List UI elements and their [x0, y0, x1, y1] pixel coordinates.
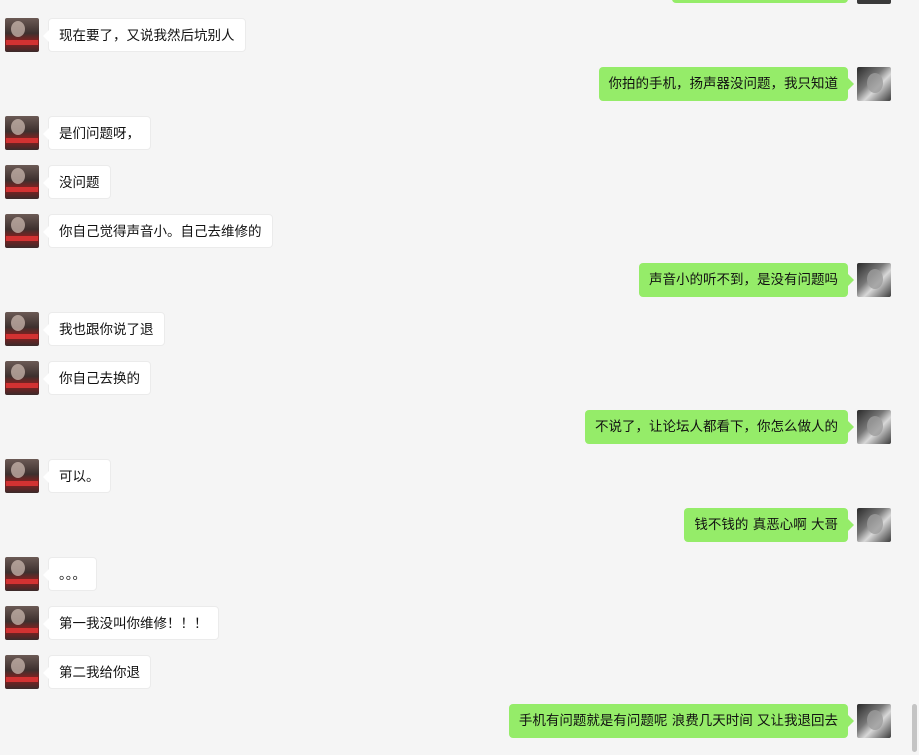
message-bubble[interactable]: 没问题 — [43, 165, 111, 199]
message-row-left: 第二我给你退 — [0, 655, 919, 689]
message-row-left: 我也跟你说了退 — [0, 312, 919, 346]
clipped-avatar — [857, 0, 891, 4]
message-bubble[interactable]: 。。。 — [43, 557, 97, 591]
message-bubble[interactable]: 声音小的听不到，是没有问题吗 — [639, 263, 854, 297]
message-bubble[interactable]: 你自己觉得声音小。自己去维修的 — [43, 214, 273, 248]
message-bubble[interactable]: 可以。 — [43, 459, 111, 493]
contact-avatar[interactable] — [5, 459, 39, 493]
my-avatar[interactable] — [857, 508, 891, 542]
message-row-left: 。。。 — [0, 557, 919, 591]
my-avatar[interactable] — [857, 704, 891, 738]
message-bubble[interactable]: 是们问题呀， — [43, 116, 151, 150]
message-bubble[interactable]: 钱不钱的 真恶心啊 大哥 — [684, 508, 854, 542]
message-row-right: 钱不钱的 真恶心啊 大哥 — [0, 508, 919, 542]
message-row-left: 是们问题呀， — [0, 116, 919, 150]
message-bubble[interactable]: 手机有问题就是有问题呢 浪费几天时间 又让我退回去 — [508, 704, 855, 738]
message-bubble[interactable]: 我也跟你说了退 — [43, 312, 165, 346]
my-avatar[interactable] — [857, 410, 891, 444]
contact-avatar[interactable] — [5, 18, 39, 52]
message-bubble[interactable]: 第一我没叫你维修！！！ — [43, 606, 219, 640]
scrollbar-thumb[interactable] — [912, 704, 917, 752]
message-bubble[interactable]: 现在要了，又说我然后坑别人 — [43, 18, 246, 52]
message-row-left: 你自己去换的 — [0, 361, 919, 395]
clipped-message-bubble — [672, 0, 848, 3]
contact-avatar[interactable] — [5, 361, 39, 395]
contact-avatar[interactable] — [5, 165, 39, 199]
my-avatar[interactable] — [857, 263, 891, 297]
message-row-left: 你自己觉得声音小。自己去维修的 — [0, 214, 919, 248]
contact-avatar[interactable] — [5, 116, 39, 150]
message-bubble[interactable]: 不说了，让论坛人都看下，你怎么做人的 — [585, 410, 854, 444]
chat-message-list[interactable]: 现在要了，又说我然后坑别人你拍的手机，扬声器没问题，我只知道是们问题呀， 没问题你… — [0, 0, 919, 755]
message-row-right: 不说了，让论坛人都看下，你怎么做人的 — [0, 410, 919, 444]
message-row-right: 你拍的手机，扬声器没问题，我只知道 — [0, 67, 919, 101]
message-row-left: 可以。 — [0, 459, 919, 493]
contact-avatar[interactable] — [5, 312, 39, 346]
message-row-left: 现在要了，又说我然后坑别人 — [0, 18, 919, 52]
message-row-left: 没问题 — [0, 165, 919, 199]
message-bubble[interactable]: 你自己去换的 — [43, 361, 151, 395]
contact-avatar[interactable] — [5, 214, 39, 248]
message-bubble[interactable]: 你拍的手机，扬声器没问题，我只知道 — [598, 67, 854, 101]
message-bubble[interactable]: 第二我给你退 — [43, 655, 151, 689]
contact-avatar[interactable] — [5, 606, 39, 640]
message-row-right: 手机有问题就是有问题呢 浪费几天时间 又让我退回去 — [0, 704, 919, 738]
contact-avatar[interactable] — [5, 655, 39, 689]
my-avatar[interactable] — [857, 67, 891, 101]
contact-avatar[interactable] — [5, 557, 39, 591]
message-row-right: 声音小的听不到，是没有问题吗 — [0, 263, 919, 297]
message-row-left: 第一我没叫你维修！！！ — [0, 606, 919, 640]
